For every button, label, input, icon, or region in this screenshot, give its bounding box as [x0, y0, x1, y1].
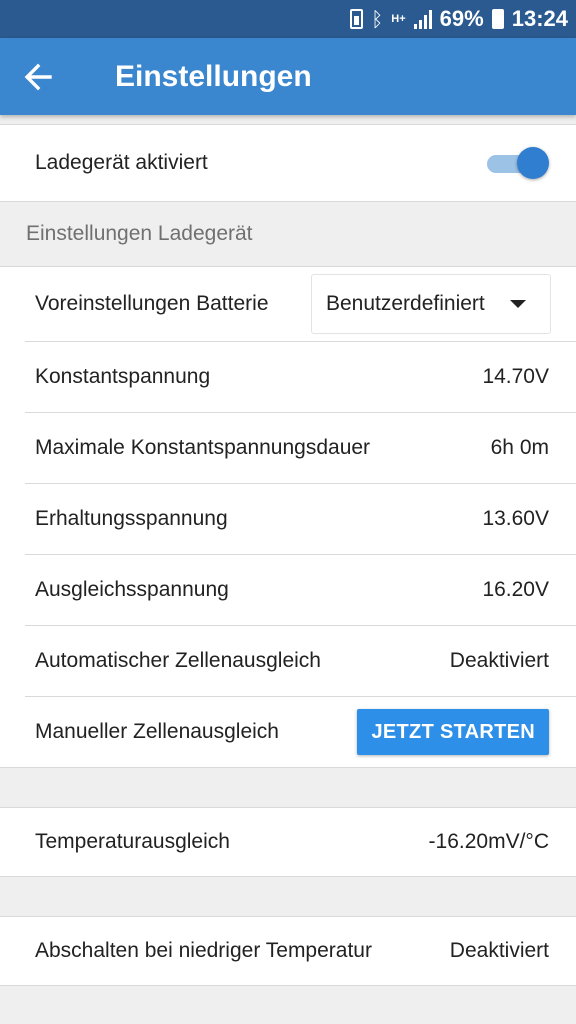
setting-row-max-absorption-time[interactable]: Maximale Konstantspannungsdauer 6h 0m [0, 413, 576, 483]
divider [0, 985, 576, 986]
toggle-knob [517, 147, 549, 179]
clock: 13:24 [511, 6, 568, 31]
setting-label: Erhaltungsspannung [35, 507, 228, 530]
setting-value: Deaktiviert [449, 939, 549, 962]
setting-value: Deaktiviert [449, 649, 549, 672]
page-title: Einstellungen [115, 59, 312, 93]
section-spacer [0, 877, 576, 916]
temperature-compensation-row[interactable]: Temperaturausgleich -16.20mV/°C [0, 808, 576, 876]
network-type-icon: H+ [391, 13, 406, 25]
arrow-left-icon [24, 63, 52, 90]
charger-enabled-label: Ladegerät aktiviert [35, 151, 208, 174]
low-temp-cutoff-row[interactable]: Abschalten bei niedriger Temperatur Deak… [0, 917, 576, 985]
setting-value: 13.60V [482, 507, 549, 530]
app-bar: Einstellungen [0, 38, 576, 115]
manual-equalization-label: Manueller Zellenausgleich [35, 720, 279, 743]
start-now-button[interactable]: JETZT STARTEN [357, 709, 549, 755]
setting-row-equalization-voltage[interactable]: Ausgleichsspannung 16.20V [0, 555, 576, 625]
charger-enabled-row[interactable]: Ladegerät aktiviert [0, 125, 576, 201]
charger-enabled-toggle[interactable] [487, 146, 549, 180]
battery-preset-dropdown[interactable]: Benutzerdefiniert [311, 274, 551, 334]
status-bar: ᛒ H+ 69% 13:24 [0, 0, 576, 38]
setting-label: Maximale Konstantspannungsdauer [35, 436, 371, 459]
battery-preset-label: Voreinstellungen Batterie [35, 292, 269, 315]
back-button[interactable] [0, 38, 76, 115]
caret-down-icon [510, 300, 526, 308]
signal-strength-icon [413, 9, 432, 29]
section-header-charger: Einstellungen Ladegerät [0, 202, 576, 266]
setting-value: -16.20mV/°C [428, 830, 549, 853]
setting-label: Temperaturausgleich [35, 830, 230, 853]
setting-value: 14.70V [482, 365, 549, 388]
battery-preset-row: Voreinstellungen Batterie Benutzerdefini… [0, 267, 576, 341]
setting-row-auto-equalization[interactable]: Automatischer Zellenausgleich Deaktivier… [0, 626, 576, 696]
battery-percent: 69% [439, 6, 484, 31]
section-spacer [0, 768, 576, 807]
setting-value: 16.20V [482, 578, 549, 601]
setting-row-float-voltage[interactable]: Erhaltungsspannung 13.60V [0, 484, 576, 554]
manual-equalization-row: Manueller Zellenausgleich JETZT STARTEN [0, 697, 576, 767]
settings-list: Ladegerät aktiviert Einstellungen Ladege… [0, 115, 576, 986]
setting-value: 6h 0m [490, 436, 549, 459]
setting-label: Ausgleichsspannung [35, 578, 229, 601]
bluetooth-icon: ᛒ [371, 7, 384, 31]
battery-saver-icon [350, 9, 364, 29]
setting-row-constant-voltage[interactable]: Konstantspannung 14.70V [0, 342, 576, 412]
setting-label: Konstantspannung [35, 365, 211, 388]
setting-label: Abschalten bei niedriger Temperatur [35, 939, 372, 962]
battery-preset-value: Benutzerdefiniert [326, 292, 485, 315]
battery-icon [491, 9, 504, 29]
setting-label: Automatischer Zellenausgleich [35, 649, 321, 672]
